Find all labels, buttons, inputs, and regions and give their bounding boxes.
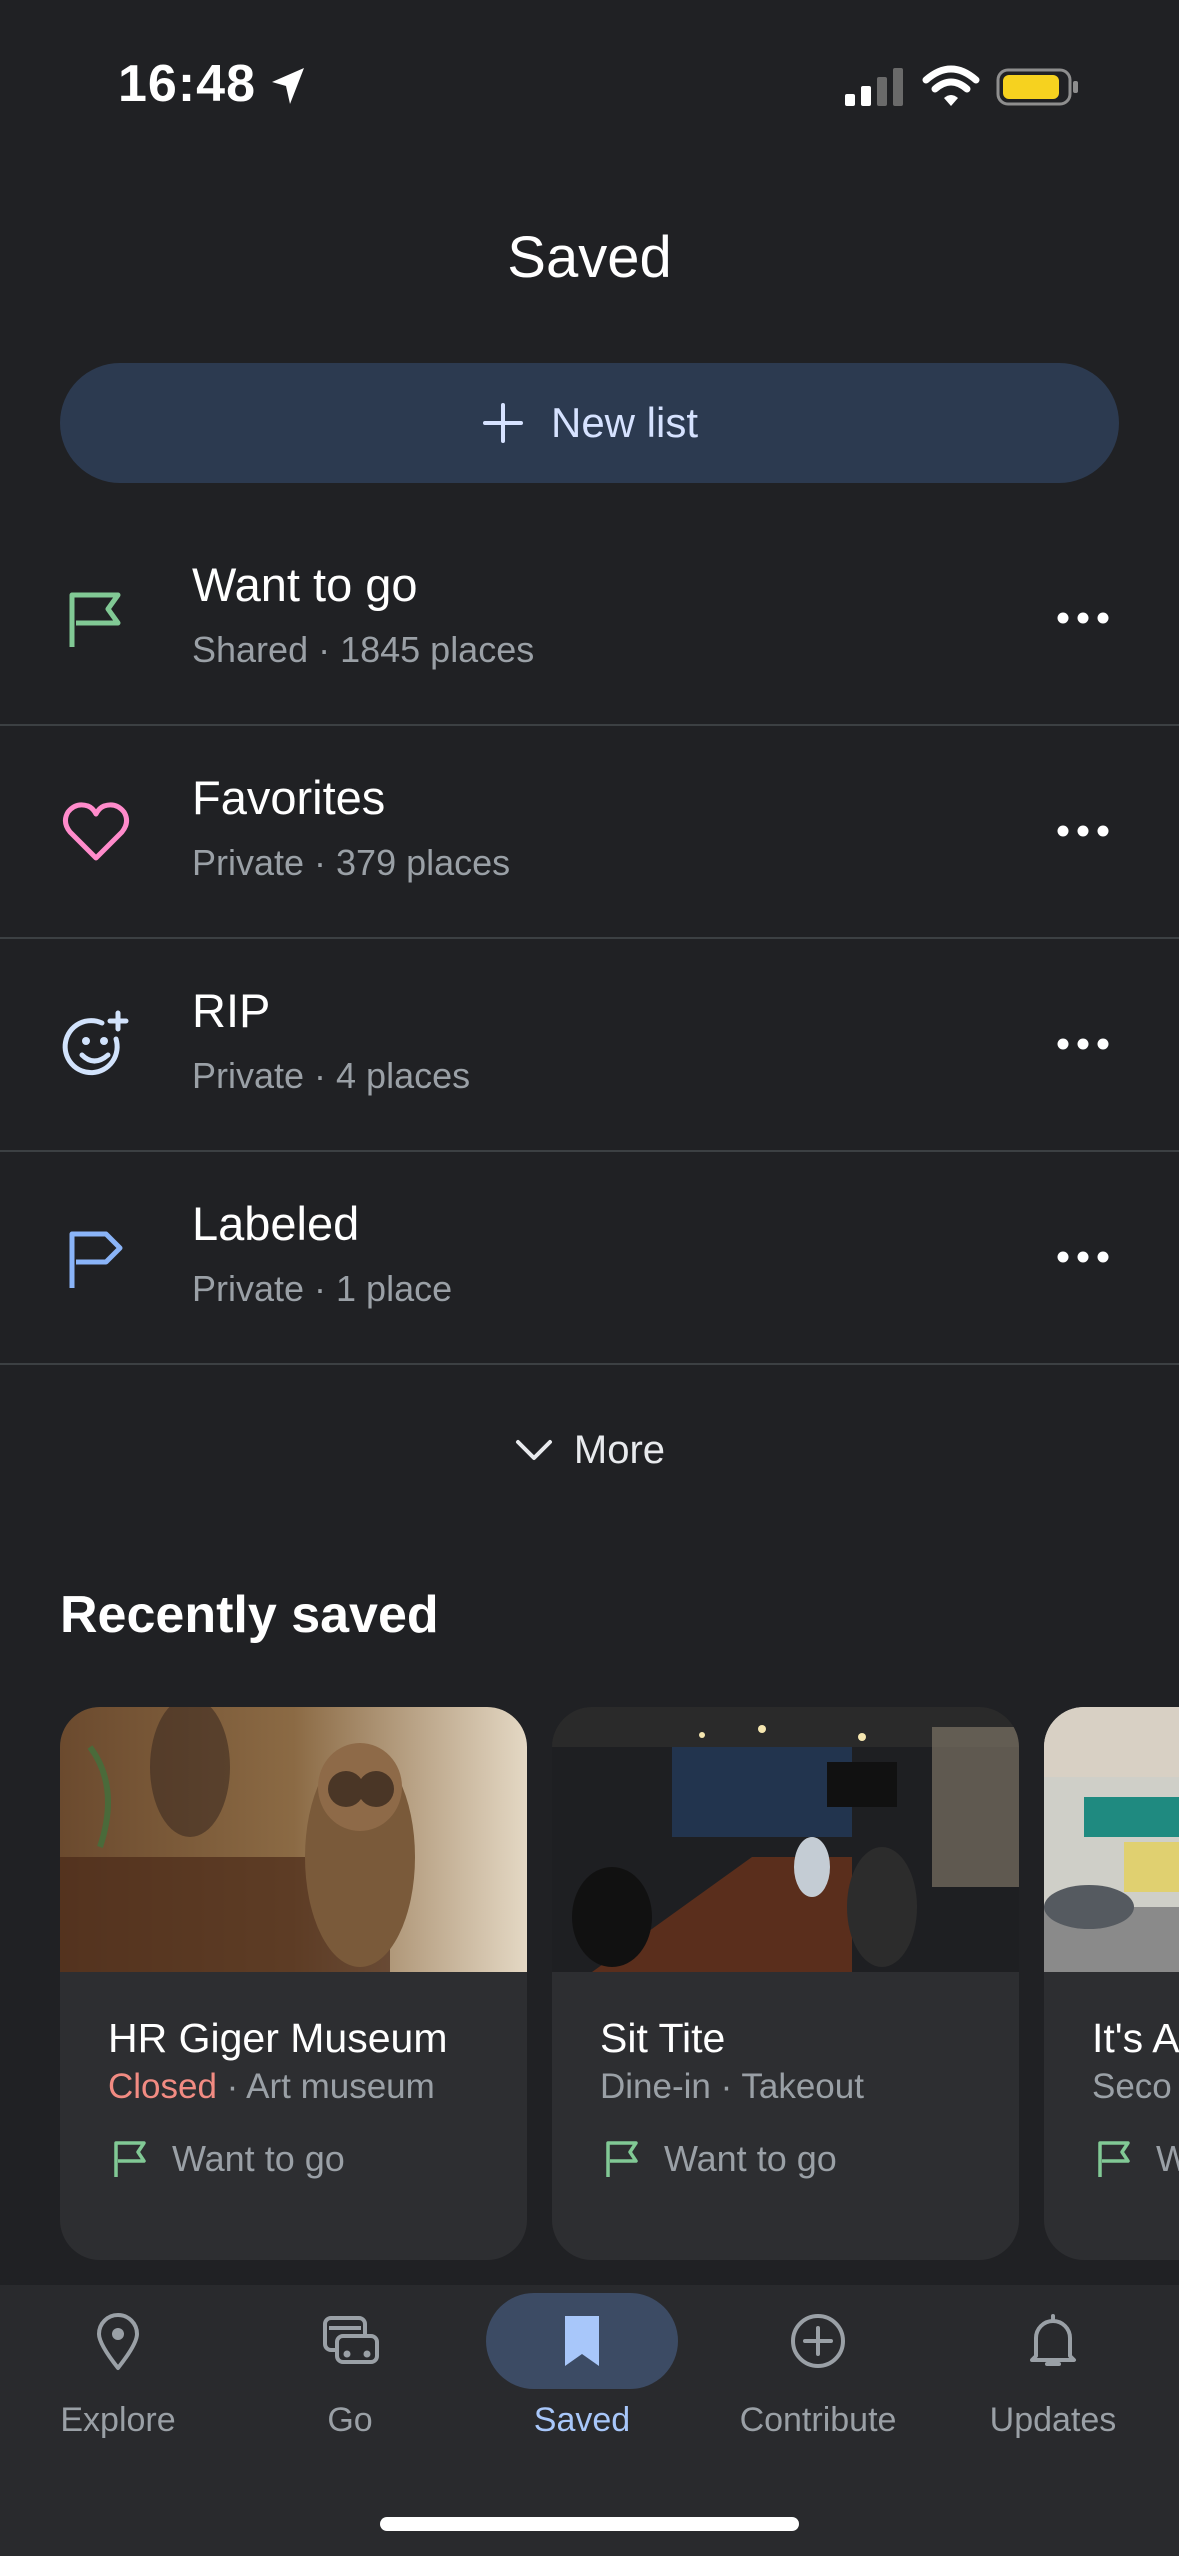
new-list-label: New list xyxy=(550,399,699,446)
list-subtitle: Private · 379 places xyxy=(192,842,511,883)
list-item-favorites[interactable]: Favorites Private · 379 places xyxy=(0,726,1179,939)
home-indicator xyxy=(380,2517,799,2531)
more-options-icon[interactable] xyxy=(1053,816,1113,846)
location-pin-icon xyxy=(97,2313,139,2370)
car-icon xyxy=(323,2316,379,2364)
nav-label: Go xyxy=(327,2401,373,2439)
plus-icon xyxy=(482,403,523,443)
saved-list-tag: W xyxy=(1092,2137,1179,2181)
nav-go[interactable]: Go xyxy=(232,2285,468,2485)
place-category: · Art museum xyxy=(216,2067,435,2106)
label-flag-icon xyxy=(69,1231,123,1288)
nav-icon-container xyxy=(957,2293,1149,2389)
recently-saved-heading: Recently saved xyxy=(60,1586,439,1644)
list-item-labeled[interactable]: Labeled Private · 1 place xyxy=(0,1152,1179,1365)
list-subtitle: Private · 1 place xyxy=(192,1268,453,1309)
nav-updates[interactable]: Updates xyxy=(935,2285,1171,2485)
list-item-want-to-go[interactable]: Want to go Shared · 1845 places xyxy=(0,513,1179,726)
place-photo xyxy=(1044,1707,1179,1972)
chevron-down-icon xyxy=(515,1440,552,1460)
saved-list-name: W xyxy=(1156,2138,1179,2179)
more-options-icon[interactable] xyxy=(1053,1029,1113,1059)
nav-label: Explore xyxy=(60,2401,176,2439)
wifi-icon xyxy=(922,65,980,106)
list-title: Want to go xyxy=(192,558,418,611)
more-label: More xyxy=(573,1427,666,1472)
nav-label: Contribute xyxy=(739,2401,897,2439)
list-subtitle: Shared · 1845 places xyxy=(192,629,535,670)
status-bar: 16:48 xyxy=(0,0,1179,170)
list-subtitle: Private · 4 places xyxy=(192,1055,471,1096)
more-lists-button[interactable]: More xyxy=(0,1410,1179,1490)
flag-icon xyxy=(114,2141,146,2177)
recently-saved-carousel[interactable]: HR Giger Museum Closed · Art museum Want… xyxy=(60,1707,1179,2262)
heart-icon xyxy=(62,802,130,861)
nav-label: Saved xyxy=(533,2401,631,2439)
place-details: Dine-in · Takeout xyxy=(600,2067,864,2106)
place-name: It's A xyxy=(1092,2015,1179,2061)
nav-icon-container xyxy=(22,2293,214,2389)
place-details: Seco xyxy=(1092,2067,1172,2106)
nav-icon-container xyxy=(486,2293,678,2389)
nav-contribute[interactable]: Contribute xyxy=(700,2285,936,2485)
location-arrow-icon xyxy=(272,68,304,104)
place-photo xyxy=(552,1707,1019,1972)
place-card-its-a[interactable]: It's A Seco W xyxy=(1044,1707,1179,2260)
page-title: Saved xyxy=(507,225,672,290)
place-card-sit-tite[interactable]: Sit Tite Dine-in · Takeout Want to go xyxy=(552,1707,1019,2260)
saved-list-name: Want to go xyxy=(664,2138,837,2179)
nav-label: Updates xyxy=(989,2401,1117,2439)
smiley-plus-icon xyxy=(62,1010,129,1076)
bookmark-icon xyxy=(565,2316,599,2366)
bell-icon xyxy=(1030,2314,1076,2366)
place-name: Sit Tite xyxy=(600,2015,726,2061)
bottom-navigation: Explore Go Saved Contribute Updates xyxy=(0,2285,1179,2556)
place-card-hr-giger-museum[interactable]: HR Giger Museum Closed · Art museum Want… xyxy=(60,1707,527,2260)
nav-icon-container xyxy=(254,2293,446,2389)
saved-list-tag: Want to go xyxy=(108,2137,345,2181)
list-item-rip[interactable]: RIP Private · 4 places xyxy=(0,939,1179,1152)
nav-saved[interactable]: Saved xyxy=(464,2285,700,2485)
flag-icon xyxy=(69,592,121,647)
flag-icon xyxy=(606,2141,638,2177)
list-title: RIP xyxy=(192,984,271,1037)
new-list-button[interactable]: New list xyxy=(60,363,1119,483)
list-title: Favorites xyxy=(192,771,386,824)
status-time: 16:48 xyxy=(118,55,256,113)
nav-explore[interactable]: Explore xyxy=(0,2285,236,2485)
more-options-icon[interactable] xyxy=(1053,1242,1113,1272)
place-name: HR Giger Museum xyxy=(108,2015,448,2061)
place-details: Closed · Art museum xyxy=(108,2067,435,2107)
cellular-signal-icon xyxy=(845,68,903,106)
add-circle-icon xyxy=(791,2314,845,2368)
saved-list-tag: Want to go xyxy=(600,2137,837,2181)
nav-icon-container xyxy=(722,2293,914,2389)
battery-icon xyxy=(996,68,1078,106)
saved-list-name: Want to go xyxy=(172,2138,345,2179)
flag-icon xyxy=(1098,2141,1130,2177)
more-options-icon[interactable] xyxy=(1053,603,1113,633)
closed-status: Closed xyxy=(108,2067,217,2106)
list-title: Labeled xyxy=(192,1197,360,1250)
place-photo xyxy=(60,1707,527,1972)
